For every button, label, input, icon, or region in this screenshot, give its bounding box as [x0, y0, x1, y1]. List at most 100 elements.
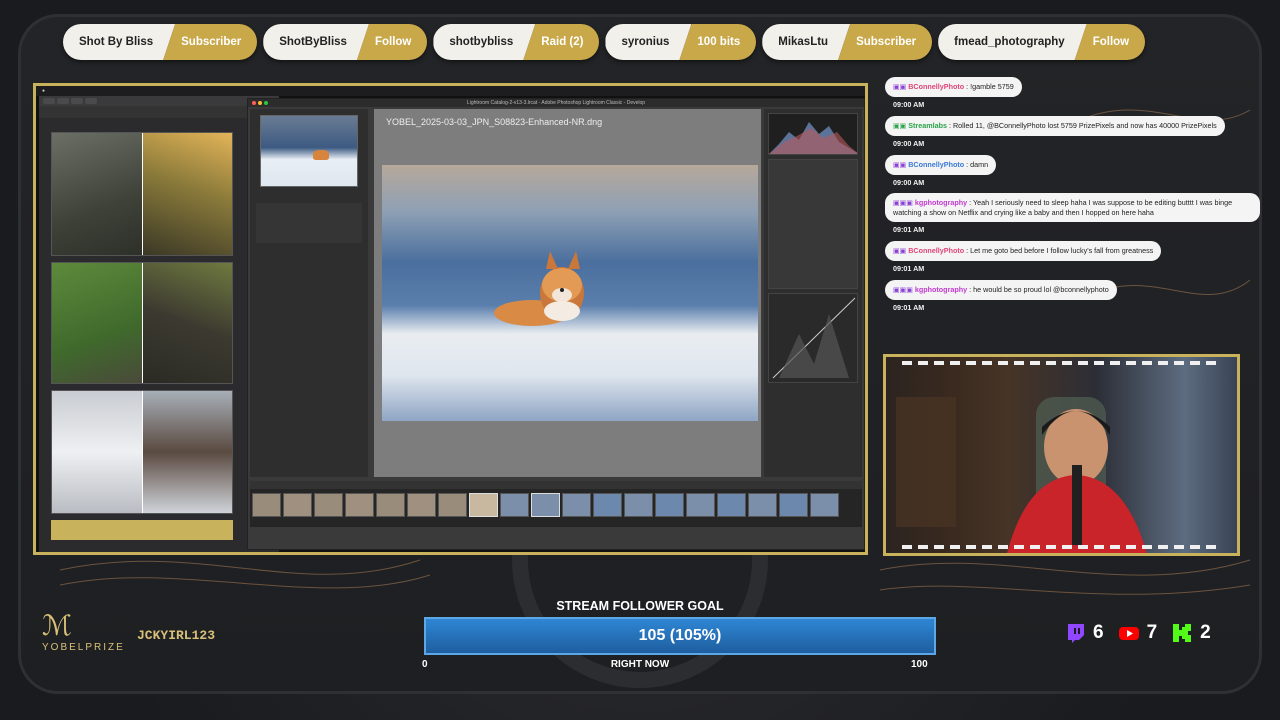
- event-pill: syronius 100 bits: [605, 24, 757, 60]
- main-photo[interactable]: [382, 165, 758, 421]
- comparison-slider[interactable]: [142, 133, 143, 255]
- film-thumb[interactable]: [655, 493, 684, 517]
- chat-badges-icon: ▣▣▣: [893, 287, 913, 294]
- browser-tab[interactable]: [43, 98, 55, 104]
- twitch-icon: [1068, 624, 1084, 643]
- cam-border-dash: [902, 545, 1221, 549]
- chat-badges-icon: ▣▣: [893, 123, 907, 130]
- film-thumb[interactable]: [562, 493, 591, 517]
- browser-tab[interactable]: [57, 98, 69, 104]
- streamer-silhouette: [896, 397, 1147, 553]
- film-thumb[interactable]: [748, 493, 777, 517]
- chat-feed: ▣▣ BConnellyPhoto : !gamble 5759 09:00 AM…: [885, 76, 1265, 318]
- comparison-image[interactable]: [51, 132, 233, 256]
- comparison-slider[interactable]: [142, 391, 143, 513]
- chat-message: ▣▣ BConnellyPhoto : !gamble 5759 09:00 AM: [885, 76, 1265, 109]
- logo-mark: ℳ: [42, 609, 72, 642]
- lightroom-right-panel: [764, 109, 862, 477]
- film-thumb[interactable]: [686, 493, 715, 517]
- goal-title: STREAM FOLLOWER GOAL: [556, 599, 724, 613]
- chat-username: BConnellyPhoto: [908, 82, 965, 91]
- film-thumb[interactable]: [500, 493, 529, 517]
- social-counters: 6 7 2: [1064, 622, 1211, 644]
- twitch-count: 6: [1093, 622, 1104, 643]
- film-thumb[interactable]: [469, 493, 498, 517]
- lightroom-title-bar: Lightroom Catalog-2-v13-3.lrcat - Adobe …: [248, 99, 864, 107]
- chat-message: ▣▣▣ kgphotography : Yeah I seriously need…: [885, 193, 1265, 234]
- browser-tabs: [39, 96, 279, 106]
- fox-thumbnail: [313, 150, 329, 160]
- film-thumb[interactable]: [531, 493, 560, 517]
- film-thumb[interactable]: [438, 493, 467, 517]
- chat-message: ▣▣ Streamlabs : Rolled 11, @BConnellyPhot…: [885, 115, 1265, 148]
- kick-icon: [1173, 624, 1192, 642]
- lightroom-left-panel: [250, 109, 368, 477]
- film-thumb[interactable]: [624, 493, 653, 517]
- basic-adjustments-panel[interactable]: [768, 159, 858, 289]
- event-user: syronius: [605, 24, 691, 60]
- goal-max: 100: [911, 659, 928, 670]
- navigator-preview[interactable]: [260, 115, 358, 187]
- event-user: fmead_photography: [938, 24, 1087, 60]
- chat-time: 09:00 AM: [893, 139, 925, 148]
- image-filename: YOBEL_2025-03-03_JPN_S08823-Enhanced-NR.…: [386, 117, 603, 127]
- window-title: Lightroom Catalog-2-v13-3.lrcat - Adobe …: [466, 100, 646, 106]
- event-type: Follow: [356, 24, 428, 60]
- event-type: Subscriber: [163, 24, 258, 60]
- history-panel: [256, 203, 362, 243]
- film-thumb[interactable]: [283, 493, 312, 517]
- chat-text: : Let me goto bed before I follow lucky'…: [964, 246, 1154, 255]
- event-type: Raid (2): [523, 24, 600, 60]
- chat-username: kgphotography: [914, 198, 968, 207]
- chat-message: ▣▣ BConnellyPhoto : Let me goto bed befor…: [885, 240, 1265, 273]
- chat-time: 09:00 AM: [893, 100, 925, 109]
- film-thumb[interactable]: [252, 493, 281, 517]
- lightroom-window: Lightroom Catalog-2-v13-3.lrcat - Adobe …: [247, 98, 865, 550]
- goal-value: 105 (105%): [638, 627, 722, 644]
- brand-logo: ℳ YOBELPRIZE: [42, 609, 125, 654]
- filmstrip-toolbar: [250, 481, 862, 489]
- event-type: Subscriber: [838, 24, 933, 60]
- film-thumb[interactable]: [407, 493, 436, 517]
- histogram: [768, 113, 858, 155]
- comparison-image[interactable]: [51, 520, 233, 540]
- apple-icon[interactable]: ●: [42, 88, 45, 94]
- comparison-slider[interactable]: [142, 263, 143, 383]
- chat-text: : damn: [964, 160, 989, 169]
- event-pill: MikasLtu Subscriber: [762, 24, 933, 60]
- brand-handle: JCKYIRL123: [137, 628, 216, 643]
- event-user: shotbybliss: [433, 24, 535, 60]
- film-thumb[interactable]: [717, 493, 746, 517]
- chat-badges-icon: ▣▣: [893, 84, 907, 91]
- browser-window: [39, 96, 279, 552]
- chat-username: Streamlabs: [908, 121, 947, 130]
- chat-time: 09:01 AM: [893, 225, 925, 234]
- chat-time: 09:01 AM: [893, 264, 925, 273]
- film-thumb[interactable]: [314, 493, 343, 517]
- comparison-image[interactable]: [51, 390, 233, 514]
- browser-tab[interactable]: [71, 98, 83, 104]
- event-user: Shot By Bliss: [63, 24, 175, 60]
- navigator-header[interactable]: [250, 109, 368, 113]
- chat-text: : Rolled 11, @BConnellyPhoto lost 5759 P…: [947, 121, 1217, 130]
- window-controls[interactable]: [252, 101, 268, 105]
- event-pill: fmead_photography Follow: [938, 24, 1146, 60]
- chat-text: : !gamble 5759: [964, 82, 1014, 91]
- comparison-image[interactable]: [51, 262, 233, 384]
- twitch-counter: 6: [1064, 622, 1104, 644]
- film-thumb[interactable]: [345, 493, 374, 517]
- chat-message: ▣▣ BConnellyPhoto : damn 09:00 AM: [885, 154, 1265, 187]
- film-thumb[interactable]: [593, 493, 622, 517]
- film-thumb[interactable]: [779, 493, 808, 517]
- browser-tab[interactable]: [85, 98, 97, 104]
- film-thumb[interactable]: [810, 493, 839, 517]
- event-type: 100 bits: [679, 24, 757, 60]
- tone-curve[interactable]: [768, 293, 858, 383]
- film-thumb[interactable]: [376, 493, 405, 517]
- lightroom-image-view: YOBEL_2025-03-03_JPN_S08823-Enhanced-NR.…: [374, 109, 761, 477]
- chat-badges-icon: ▣▣▣: [893, 200, 913, 207]
- browser-url-bar[interactable]: [39, 106, 279, 118]
- chat-time: 09:00 AM: [893, 178, 925, 187]
- youtube-count: 7: [1146, 622, 1158, 643]
- chat-username: BConnellyPhoto: [908, 160, 965, 169]
